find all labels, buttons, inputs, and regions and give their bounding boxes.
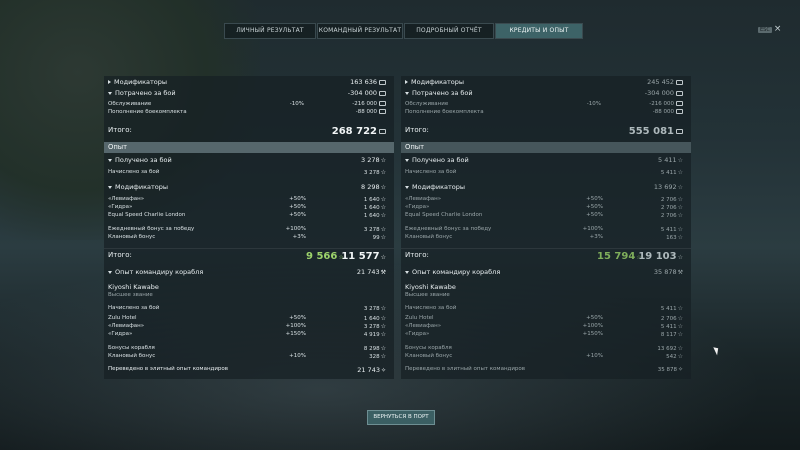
collapse-icon <box>108 91 112 95</box>
xp-star-icon: ☆ <box>380 331 386 338</box>
spent-row[interactable]: Потрачено за бой -304 000 <box>104 89 394 99</box>
commander-xp-icon: ⚒ <box>677 269 683 276</box>
collapse-icon <box>405 158 409 162</box>
xp-star-icon: ☆ <box>380 254 386 261</box>
collapse-icon <box>108 158 112 162</box>
tab-detailed-report[interactable]: ПОДРОБНЫЙ ОТЧЁТ <box>404 23 494 39</box>
credit-icon <box>676 128 683 134</box>
left-results-panel: Модификаторы 163 636 Потрачено за бой -3… <box>104 76 394 379</box>
xp-star-icon: ☆ <box>677 169 683 176</box>
xp-star-icon: ☆ <box>677 345 683 352</box>
xp-star-icon: ☆ <box>380 226 386 233</box>
xp-star-icon: ☆ <box>677 254 683 261</box>
xp-star-icon: ☆ <box>677 315 683 322</box>
xp-star-icon: ☆ <box>677 184 683 191</box>
credit-icon <box>676 90 683 96</box>
divider <box>104 248 394 249</box>
credit-icon <box>676 79 683 85</box>
credit-icon <box>379 128 386 134</box>
credit-icon <box>379 90 386 96</box>
return-to-port-button[interactable]: ВЕРНУТЬСЯ В ПОРТ <box>367 410 435 425</box>
xp-star-icon: ☆ <box>677 305 683 312</box>
tab-team-result[interactable]: КОМАНДНЫЙ РЕЗУЛЬТАТ <box>317 23 403 39</box>
credit-icon <box>379 101 386 106</box>
xp-star-icon: ☆ <box>380 305 386 312</box>
credit-icon <box>676 101 683 106</box>
xp-star-icon: ☆ <box>677 234 683 241</box>
tab-credits-xp[interactable]: КРЕДИТЫ И ОПЫТ <box>495 23 583 39</box>
credit-icon <box>379 109 386 114</box>
xp-star-icon: ☆ <box>677 353 683 360</box>
xp-star-icon: ☆ <box>380 212 386 219</box>
spent-row[interactable]: Потрачено за бой -304 000 <box>401 89 691 99</box>
xp-star-icon: ☆ <box>380 169 386 176</box>
collapse-icon <box>405 270 409 274</box>
right-results-panel: Модификаторы 245 452 Потрачено за бой -3… <box>401 76 691 379</box>
xp-star-icon: ☆ <box>380 353 386 360</box>
commander-xp-icon: ⚒ <box>380 269 386 276</box>
close-icon[interactable]: × <box>774 24 782 34</box>
xp-star-icon: ☆ <box>677 157 683 164</box>
credit-icon <box>379 79 386 85</box>
esc-badge: ESC <box>758 27 772 33</box>
xp-section-header: Опыт <box>401 142 691 153</box>
xp-star-icon: ☆ <box>380 234 386 241</box>
credits-modifiers-row[interactable]: Модификаторы 245 452 <box>401 78 691 88</box>
elite-xp-icon: ✧ <box>380 367 386 374</box>
xp-star-icon: ☆ <box>677 196 683 203</box>
elite-xp-icon: ✧ <box>677 366 683 373</box>
xp-star-icon: ☆ <box>677 204 683 211</box>
xp-star-icon: ☆ <box>677 331 683 338</box>
collapse-icon <box>405 91 409 95</box>
credits-modifiers-row[interactable]: Модификаторы 163 636 <box>104 78 394 88</box>
xp-star-icon: ☆ <box>677 212 683 219</box>
divider <box>401 248 691 249</box>
xp-section-header: Опыт <box>104 142 394 153</box>
collapse-icon <box>108 185 112 189</box>
credit-icon <box>676 109 683 114</box>
xp-star-icon: ☆ <box>380 157 386 164</box>
xp-star-icon: ☆ <box>380 315 386 322</box>
expand-icon <box>108 80 111 84</box>
xp-star-icon: ☆ <box>380 323 386 330</box>
xp-star-icon: ☆ <box>380 184 386 191</box>
tab-bar: ЛИЧНЫЙ РЕЗУЛЬТАТ КОМАНДНЫЙ РЕЗУЛЬТАТ ПОД… <box>224 23 584 39</box>
xp-star-icon: ☆ <box>380 345 386 352</box>
tab-personal-result[interactable]: ЛИЧНЫЙ РЕЗУЛЬТАТ <box>224 23 316 39</box>
expand-icon <box>405 80 408 84</box>
xp-star-icon: ☆ <box>380 204 386 211</box>
xp-star-icon: ☆ <box>380 196 386 203</box>
close-control[interactable]: ESC × <box>758 24 781 34</box>
collapse-icon <box>108 270 112 274</box>
collapse-icon <box>405 185 409 189</box>
xp-star-icon: ☆ <box>677 226 683 233</box>
xp-star-icon: ☆ <box>677 323 683 330</box>
